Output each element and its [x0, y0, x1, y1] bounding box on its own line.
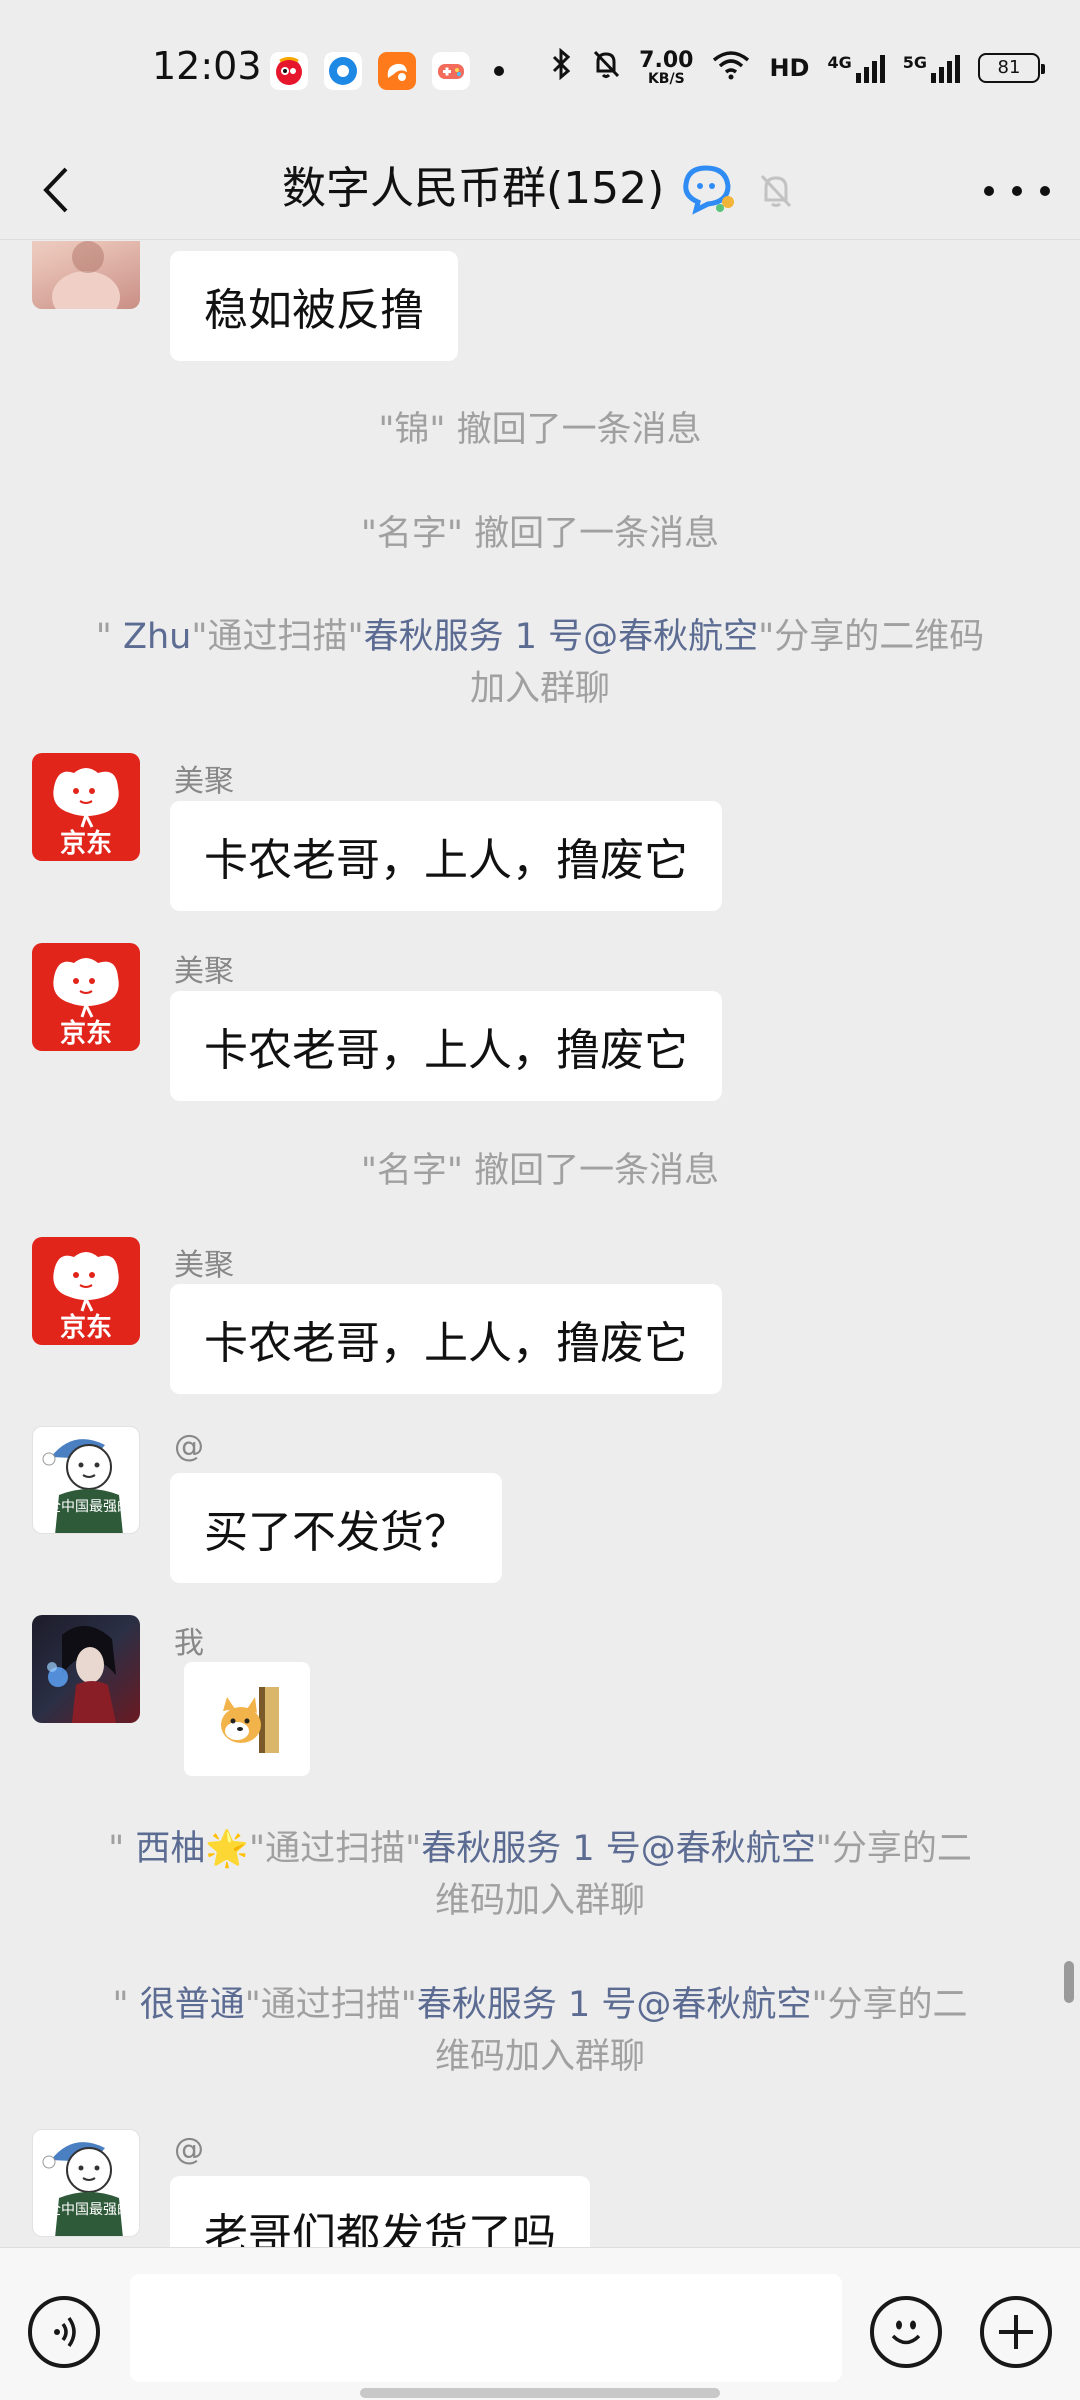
source-link[interactable]: 春秋服务 1 号@春秋航空	[421, 1829, 816, 1869]
peeking-cat-sticker-icon	[221, 1687, 279, 1753]
sender-name: 我	[174, 1626, 204, 1661]
signal-bars-icon	[931, 53, 960, 83]
network-speed: 7.00 KB/S	[639, 47, 694, 87]
more-options-button[interactable]	[984, 168, 1050, 214]
anime-avatar[interactable]	[32, 1615, 140, 1723]
scrollbar-thumb[interactable]	[1064, 1961, 1074, 2003]
cartoon-avatar-label: 全中国最强的	[47, 1498, 131, 1515]
member-name-link[interactable]: 西柚	[135, 1829, 205, 1869]
dot	[1012, 186, 1022, 196]
input-bar	[0, 2247, 1080, 2400]
more-functions-button[interactable]	[980, 2296, 1052, 2368]
system-message-join: " 很普通"通过扫描"春秋服务 1 号@春秋航空"分享的二 维码加入群聊	[112, 1985, 968, 2077]
cartoon-avatar-label: 全中国最强的	[47, 2201, 131, 2218]
weibo-icon	[270, 52, 308, 90]
message-bubble[interactable]: 老哥们都发货了吗	[170, 2176, 590, 2247]
signal-1: 4G	[827, 53, 885, 83]
mute-bell-icon	[591, 48, 621, 87]
status-bar: 12:03 7.00 KB/S HD 4G 5G 81	[0, 0, 1080, 140]
system-message: "名字" 撤回了一条消息	[360, 514, 720, 554]
voice-input-button[interactable]	[28, 2296, 100, 2368]
voice-icon	[54, 2316, 76, 2348]
dot	[1040, 186, 1050, 196]
uc-browser-icon	[378, 52, 416, 90]
chat-header: 数字人民币群(152)	[0, 140, 1080, 240]
sender-name: @	[174, 1429, 204, 1464]
home-indicator[interactable]	[360, 2388, 720, 2398]
sender-name: 美聚	[174, 954, 234, 989]
bluetooth-icon	[551, 47, 573, 87]
signal-2: 5G	[903, 53, 960, 83]
hd-label: HD	[769, 53, 810, 82]
status-time: 12:03	[152, 44, 262, 88]
emoji-button[interactable]	[870, 2296, 942, 2368]
status-indicators: 7.00 KB/S HD 4G 5G 81	[551, 47, 1045, 87]
emoji-icon	[891, 2320, 921, 2345]
group-chat-icon	[678, 162, 738, 220]
avatar[interactable]	[32, 241, 140, 309]
system-message: "锦" 撤回了一条消息	[378, 410, 702, 450]
sender-name: @	[174, 2132, 204, 2167]
muted-bell-icon	[756, 170, 796, 214]
jd-avatar-label: 京东	[60, 1018, 112, 1049]
sticker-message[interactable]	[184, 1662, 310, 1776]
wifi-icon	[711, 48, 751, 87]
back-button[interactable]	[28, 162, 84, 218]
chat-title[interactable]: 数字人民币群(152)	[282, 152, 664, 216]
cartoon-avatar[interactable]: 全中国最强的	[32, 1426, 140, 1534]
message-input[interactable]	[130, 2274, 842, 2382]
jd-avatar[interactable]: 京东	[32, 1237, 140, 1345]
notification-icons	[270, 52, 504, 90]
source-link[interactable]: 春秋服务 1 号@春秋航空	[364, 617, 759, 657]
more-notifications-dot	[494, 66, 504, 76]
browser-icon	[324, 52, 362, 90]
battery-icon: 81	[978, 52, 1045, 83]
signal-bars-icon	[855, 53, 885, 83]
chat-messages[interactable]: 稳如被反撸 "锦" 撤回了一条消息 "名字" 撤回了一条消息 " Zhu"通过扫…	[0, 241, 1080, 2247]
jd-avatar-label: 京东	[60, 1312, 112, 1343]
sender-name: 美聚	[174, 1248, 234, 1283]
jd-avatar-label: 京东	[60, 828, 112, 859]
message-bubble[interactable]: 买了不发货？	[170, 1473, 502, 1583]
system-message-join: " 西柚🌟"通过扫描"春秋服务 1 号@春秋航空"分享的二 维码加入群聊	[108, 1829, 972, 1921]
dot	[984, 186, 994, 196]
message-bubble[interactable]: 卡农老哥，上人，撸废它	[170, 1284, 722, 1394]
jd-avatar[interactable]: 京东	[32, 753, 140, 861]
system-message-join: " Zhu"通过扫描"春秋服务 1 号@春秋航空"分享的二维码 加入群聊	[95, 617, 985, 709]
cartoon-avatar[interactable]: 全中国最强的	[32, 2129, 140, 2237]
member-name-link[interactable]: 很普通	[140, 1985, 245, 2025]
member-name-link[interactable]: Zhu	[123, 617, 191, 657]
system-message: "名字" 撤回了一条消息	[360, 1151, 720, 1191]
chevron-left-icon	[43, 167, 68, 213]
message-bubble[interactable]: 卡农老哥，上人，撸废它	[170, 991, 722, 1101]
source-link[interactable]: 春秋服务 1 号@春秋航空	[417, 1985, 812, 2025]
plus-icon	[999, 2315, 1033, 2349]
message-bubble[interactable]: 稳如被反撸	[170, 251, 458, 361]
star-emoji: 🌟	[205, 1829, 249, 1869]
game-icon	[432, 52, 470, 90]
jd-avatar[interactable]: 京东	[32, 943, 140, 1051]
sender-name: 美聚	[174, 764, 234, 799]
message-bubble[interactable]: 卡农老哥，上人，撸废它	[170, 801, 722, 911]
